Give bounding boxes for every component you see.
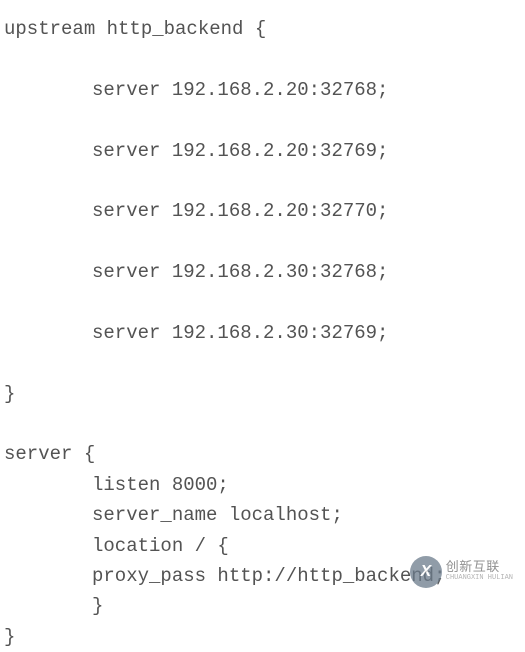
code-line: upstream http_backend { xyxy=(4,14,521,44)
code-line: server 192.168.2.20:32768; xyxy=(4,75,521,105)
code-line: server 192.168.2.30:32769; xyxy=(4,318,521,348)
code-line: server { xyxy=(4,439,521,469)
code-line xyxy=(4,166,521,196)
watermark-brand-cn: 创新互联 xyxy=(446,560,513,574)
code-line xyxy=(4,288,521,318)
watermark-logo-letter: X xyxy=(420,559,431,585)
code-line xyxy=(4,44,521,74)
watermark: X 创新互联 CHUANGXIN HULIAN xyxy=(410,556,513,588)
code-line: server 192.168.2.20:32769; xyxy=(4,136,521,166)
code-line xyxy=(4,105,521,135)
code-line xyxy=(4,227,521,257)
code-line: server 192.168.2.30:32768; xyxy=(4,257,521,287)
code-line: } xyxy=(4,379,521,409)
code-line: server_name localhost; xyxy=(4,500,521,530)
code-line: } xyxy=(4,622,521,652)
code-line: listen 8000; xyxy=(4,470,521,500)
code-line: } xyxy=(4,591,521,621)
code-line xyxy=(4,409,521,439)
watermark-text-group: 创新互联 CHUANGXIN HULIAN xyxy=(446,560,513,585)
watermark-brand-sub: CHUANGXIN HULIAN xyxy=(446,573,513,584)
code-line xyxy=(4,348,521,378)
watermark-logo-icon: X xyxy=(410,556,442,588)
code-line: server 192.168.2.20:32770; xyxy=(4,196,521,226)
